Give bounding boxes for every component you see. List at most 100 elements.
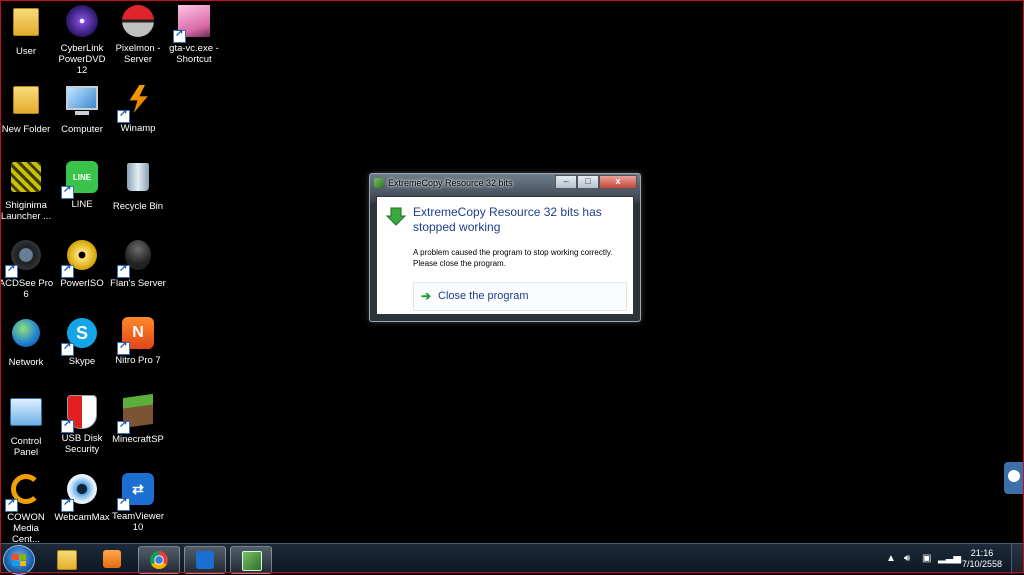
- desktop-icon-network[interactable]: Network: [0, 316, 54, 368]
- extremecopy-icon: [242, 551, 262, 571]
- taskbar-explorer[interactable]: [46, 546, 86, 572]
- desktop-icon-minecraftsp[interactable]: MinecraftSP: [110, 393, 166, 445]
- dialog-titlebar[interactable]: ExtremeCopy Resource 32 bits – □ x: [370, 174, 640, 192]
- teamviewer-icon: ⇄: [117, 473, 155, 511]
- minimize-button[interactable]: –: [555, 175, 577, 189]
- arrow-right-icon: ➔: [421, 289, 432, 303]
- gta-vc-icon: [173, 5, 211, 43]
- shield-icon: [61, 395, 99, 433]
- chrome-icon: [150, 551, 168, 569]
- control-panel-icon: [9, 398, 43, 432]
- start-button[interactable]: [3, 545, 35, 575]
- shortcut-arrow-icon: [117, 340, 130, 355]
- desktop-icon-new-folder[interactable]: New Folder: [0, 82, 54, 135]
- desktop-icon-skype[interactable]: S Skype: [54, 316, 110, 367]
- desktop-icon-control-panel[interactable]: Control Panel: [0, 394, 54, 458]
- desktop-icon-label: Network: [8, 357, 44, 368]
- desktop-icon-label: LINE: [71, 199, 93, 210]
- taskbar-media-player[interactable]: [92, 546, 132, 572]
- webcam-icon: [61, 474, 99, 512]
- desktop-icon-webcammax[interactable]: WebcamMax: [54, 472, 110, 523]
- desktop-icon-label: TeamViewer 10: [111, 511, 165, 533]
- disc-icon: [61, 240, 99, 278]
- taskbar-extremecopy[interactable]: [230, 546, 272, 574]
- desktop-icon-acdsee[interactable]: ACDSee Pro 6: [0, 238, 54, 300]
- desktop-icon-label: WebcamMax: [54, 512, 110, 523]
- volume-icon[interactable]: 🔊︎: [904, 553, 910, 564]
- cube-icon: [9, 162, 43, 196]
- dialog-heading: ExtremeCopy Resource 32 bits has stopped…: [413, 205, 602, 234]
- desktop-icon-usb-disk-security[interactable]: USB Disk Security: [54, 394, 110, 455]
- network-tray-icon[interactable]: ▣: [922, 553, 931, 564]
- skype-icon: S: [61, 318, 99, 356]
- show-hidden-icons-button[interactable]: ▲: [886, 553, 896, 564]
- shortcut-arrow-icon: [5, 263, 18, 278]
- shortcut-arrow-icon: [61, 341, 74, 356]
- dialog-message: A problem caused the program to stop wor…: [413, 248, 613, 268]
- desktop-icon-label: MinecraftSP: [112, 434, 164, 445]
- desktop-icon-cowon[interactable]: COWON Media Cent...: [0, 472, 54, 545]
- desktop-icon-label: Pixelmon - Server: [115, 43, 161, 65]
- close-the-program-button[interactable]: ➔ Close the program: [413, 282, 627, 311]
- shortcut-arrow-icon: [61, 184, 74, 199]
- show-desktop-button[interactable]: [1011, 544, 1024, 574]
- desktop-icon-gta-vc[interactable]: gta-vc.exe - Shortcut: [166, 4, 222, 65]
- desktop-icon-teamviewer[interactable]: ⇄ TeamViewer 10: [110, 472, 166, 533]
- windows-logo-icon: [12, 554, 26, 566]
- clock-time: 21:16: [970, 548, 994, 558]
- desktop-icon-powerdvd[interactable]: CyberLink PowerDVD 12: [54, 4, 110, 76]
- desktop-icon-winamp[interactable]: Winamp: [110, 82, 166, 134]
- desktop-icon-flans-server[interactable]: Flan's Server: [110, 238, 166, 289]
- desktop-icon-nitro-pro[interactable]: N Nitro Pro 7: [110, 316, 166, 366]
- desktop-icon-poweriso[interactable]: PowerISO: [54, 238, 110, 289]
- camera-icon: [5, 240, 43, 278]
- teamviewer-side-widget[interactable]: [1004, 462, 1024, 494]
- error-dialog: ExtremeCopy Resource 32 bits – □ x Extre…: [369, 173, 641, 322]
- shortcut-arrow-icon: [5, 497, 18, 512]
- dialog-title: ExtremeCopy Resource 32 bits: [388, 178, 513, 188]
- desktop-icon-label: Winamp: [120, 123, 156, 134]
- soldier-icon: [117, 240, 155, 278]
- folder-icon: [57, 550, 77, 570]
- maximize-button[interactable]: □: [577, 175, 599, 189]
- recycle-bin-icon: [121, 163, 155, 197]
- action-label: Close the program: [438, 290, 529, 302]
- shortcut-arrow-icon: [117, 263, 130, 278]
- folder-icon: [9, 8, 43, 42]
- desktop-icon-label: Computer: [61, 124, 103, 135]
- winamp-bolt-icon: [117, 85, 155, 123]
- shortcut-arrow-icon: [173, 28, 186, 43]
- desktop-icon-user[interactable]: User: [0, 4, 54, 57]
- taskbar-teamviewer[interactable]: [184, 546, 226, 574]
- taskbar: ▲ 🔊︎ ▣ ▂▃▅ 21:16 7/10/2558: [0, 543, 1024, 575]
- network-globe-icon: [9, 319, 43, 353]
- desktop-icon-label: Recycle Bin: [112, 201, 164, 212]
- desktop-icon-pixelmon-server[interactable]: Pixelmon - Server: [110, 4, 166, 65]
- app-icon: [374, 178, 384, 188]
- desktop-icon-label: User: [15, 46, 37, 57]
- desktop-icon-shiginima[interactable]: Shiginima Launcher ...: [0, 160, 54, 222]
- line-app-icon: LINE: [61, 161, 99, 199]
- cowon-swirl-icon: [5, 474, 43, 512]
- shortcut-arrow-icon: [117, 496, 130, 511]
- clock-date: 7/10/2558: [962, 559, 1003, 569]
- shortcut-arrow-icon: [117, 419, 130, 434]
- desktop-icon-label: Nitro Pro 7: [115, 355, 161, 366]
- signal-icon[interactable]: ▂▃▅: [938, 553, 961, 564]
- close-button[interactable]: x: [599, 175, 637, 189]
- desktop-icon-label: USB Disk Security: [61, 433, 103, 455]
- teamviewer-icon: [196, 551, 214, 569]
- teamviewer-icon: [1008, 470, 1020, 482]
- dialog-body: ExtremeCopy Resource 32 bits has stopped…: [376, 196, 634, 315]
- desktop-icon-label: Skype: [68, 356, 96, 367]
- nitro-icon: N: [117, 317, 155, 355]
- desktop-icon-recycle-bin[interactable]: Recycle Bin: [110, 160, 166, 212]
- desktop-icon-computer[interactable]: Computer: [54, 82, 110, 135]
- desktop-icon-label: ACDSee Pro 6: [0, 278, 54, 300]
- taskbar-chrome[interactable]: [138, 546, 180, 574]
- desktop-icon-label: Flan's Server: [110, 278, 166, 289]
- desktop-icon-label: COWON Media Cent...: [7, 512, 45, 545]
- clock[interactable]: 21:16 7/10/2558: [962, 548, 1002, 570]
- desktop-icon-line[interactable]: LINE LINE: [54, 160, 110, 210]
- folder-icon: [9, 86, 43, 120]
